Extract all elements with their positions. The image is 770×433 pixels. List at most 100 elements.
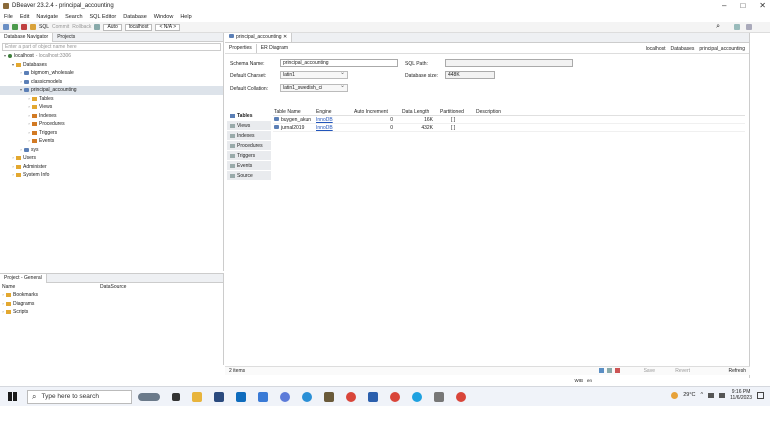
chrome-icon[interactable] <box>390 391 400 402</box>
breadcrumb-databases[interactable]: Databases <box>671 46 695 52</box>
sidetab-source[interactable]: Source <box>227 171 271 181</box>
tree-item-classicmodels[interactable]: › classicmodels <box>0 78 223 87</box>
sql-button[interactable]: SQL <box>39 24 49 30</box>
dbeaver-icon[interactable] <box>324 391 334 402</box>
task-view-icon[interactable] <box>172 392 180 401</box>
subtab-er-diagram[interactable]: ER Diagram <box>257 44 292 53</box>
app-icon[interactable] <box>280 391 290 402</box>
tree-item-procedures[interactable]: › Procedures <box>0 120 223 129</box>
tree-item-tables[interactable]: › Tables <box>0 95 223 104</box>
disconnect-icon[interactable] <box>21 24 27 30</box>
tray-chevron-icon[interactable]: ^ <box>701 392 704 398</box>
filter-icon[interactable] <box>599 368 604 373</box>
tree-item-indexes[interactable]: › Indexes <box>0 112 223 121</box>
project-item-bookmarks[interactable]: › Bookmarks <box>0 291 223 300</box>
transaction-mode-icon[interactable] <box>94 24 101 30</box>
col-table-name[interactable]: Table Name <box>273 108 315 115</box>
menu-search[interactable]: Search <box>65 14 82 20</box>
navigator-filter-input[interactable]: Enter a part of object name here <box>2 43 221 51</box>
col-data-length[interactable]: Data Length <box>401 108 439 115</box>
tree-item-bigmom-wholesale[interactable]: › bigmom_wholesale <box>0 69 223 78</box>
connect-icon[interactable] <box>12 24 18 30</box>
sidetab-tables[interactable]: Tables <box>227 111 271 121</box>
tree-item-principal-accounting[interactable]: ▾ principal_accounting <box>0 86 223 95</box>
menu-navigate[interactable]: Navigate <box>36 14 58 20</box>
mail-icon[interactable] <box>236 391 246 402</box>
app-icon[interactable] <box>214 391 224 402</box>
new-connection-icon[interactable] <box>3 24 9 30</box>
sidetab-triggers[interactable]: Triggers <box>227 151 271 161</box>
col-description[interactable]: Description <box>475 108 535 115</box>
menu-sql-editor[interactable]: SQL Editor <box>90 14 117 20</box>
maximize-button[interactable]: □ <box>740 1 745 10</box>
project-item-scripts[interactable]: › Scripts <box>0 308 223 317</box>
sidetab-indexes[interactable]: Indexes <box>227 131 271 141</box>
charset-select[interactable]: latin1 <box>280 70 348 79</box>
editor-tab-principal-accounting[interactable]: principal_accounting ✕ <box>225 33 293 42</box>
menu-edit[interactable]: Edit <box>20 14 29 20</box>
menu-file[interactable]: File <box>4 14 13 20</box>
app-icon[interactable] <box>412 391 422 402</box>
tree-item-views[interactable]: › Views <box>0 103 223 112</box>
menu-help[interactable]: Help <box>180 14 191 20</box>
network-icon[interactable] <box>708 392 715 398</box>
active-connection-selector[interactable]: localhost <box>124 23 153 31</box>
breadcrumb-localhost[interactable]: localhost <box>646 46 666 52</box>
revert-button[interactable]: Revert <box>675 368 690 374</box>
tab-project-general[interactable]: Project - General <box>0 273 47 283</box>
minimize-button[interactable]: – <box>722 1 726 10</box>
auto-commit-selector[interactable]: Auto <box>103 23 122 31</box>
tree-item-databases[interactable]: ▾ Databases <box>0 61 223 70</box>
sidetab-views[interactable]: Views <box>227 121 271 131</box>
sidetab-procedures[interactable]: Procedures <box>227 141 271 151</box>
project-item-diagrams[interactable]: › Diagrams <box>0 300 223 309</box>
breadcrumb-schema[interactable]: principal_accounting <box>699 46 745 52</box>
chrome-icon[interactable] <box>346 391 356 402</box>
tree-item-users[interactable]: › Users <box>0 154 223 163</box>
rollback-button[interactable]: Rollback <box>72 24 91 30</box>
sql-editor-icon[interactable] <box>30 24 36 30</box>
commit-button[interactable]: Commit <box>52 24 69 30</box>
table-row[interactable]: jurnal2019 InnoDB 0 432K [ ] <box>273 124 745 132</box>
col-engine[interactable]: Engine <box>315 108 353 115</box>
schema-name-field[interactable]: principal_accounting <box>280 59 398 67</box>
collation-select[interactable]: latin1_swedish_ci <box>280 83 348 92</box>
sql-path-field[interactable] <box>445 59 573 67</box>
tree-item-triggers[interactable]: › Triggers <box>0 129 223 138</box>
menu-database[interactable]: Database <box>123 14 147 20</box>
taskbar-search-input[interactable]: ⌕ Type here to search <box>27 389 132 404</box>
tree-item-localhost[interactable]: ▾ localhost - localhost:3306 <box>0 52 223 61</box>
table-row[interactable]: buygen_akun InnoDB 0 16K [ ] <box>273 116 745 124</box>
edge-icon[interactable] <box>302 391 312 402</box>
weather-temp[interactable]: 29°C <box>683 392 695 398</box>
tree-item-administer[interactable]: › Administer <box>0 163 223 172</box>
col-partitioned[interactable]: Partitioned <box>439 108 475 115</box>
close-button[interactable]: ✕ <box>759 1 766 10</box>
app-icon[interactable] <box>434 391 444 402</box>
save-button[interactable]: Save <box>644 368 655 374</box>
weather-icon[interactable] <box>671 391 679 399</box>
tab-database-navigator[interactable]: Database Navigator <box>0 32 54 42</box>
taskview-icon[interactable] <box>138 392 160 401</box>
delete-icon[interactable] <box>615 368 620 373</box>
refresh-button[interactable]: Refresh <box>728 368 746 374</box>
col-auto-increment[interactable]: Auto Increment <box>353 108 401 115</box>
sidetab-events[interactable]: Events <box>227 161 271 171</box>
menu-window[interactable]: Window <box>154 14 174 20</box>
layout-icon[interactable] <box>746 24 752 30</box>
active-schema-selector[interactable]: < N/A > <box>155 23 181 31</box>
edit-icon[interactable] <box>607 368 612 373</box>
file-explorer-icon[interactable] <box>192 391 202 402</box>
windows-start-icon[interactable] <box>8 392 17 401</box>
perspective-icon[interactable] <box>734 24 740 30</box>
notification-icon[interactable] <box>757 391 764 399</box>
volume-icon[interactable] <box>719 392 726 398</box>
subtab-properties[interactable]: Properties <box>225 43 257 53</box>
search-icon[interactable]: ⌕ <box>716 23 720 31</box>
taskbar-clock[interactable]: 9:16 PM 11/6/2023 <box>730 389 752 401</box>
chrome-icon[interactable] <box>456 391 466 402</box>
tab-projects[interactable]: Projects <box>53 33 79 42</box>
tree-item-system-info[interactable]: › System Info <box>0 171 223 180</box>
tree-item-sys[interactable]: › sys <box>0 146 223 155</box>
store-icon[interactable] <box>258 391 268 402</box>
